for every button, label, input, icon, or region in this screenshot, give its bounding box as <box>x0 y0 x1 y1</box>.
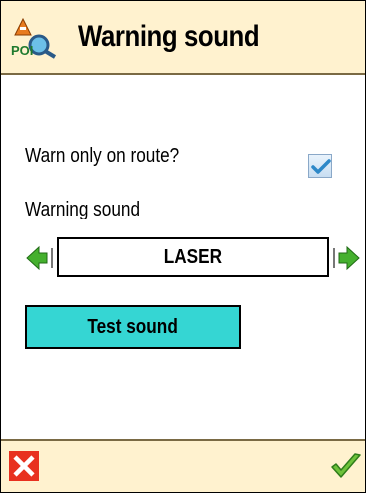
test-sound-label: Test sound <box>87 316 179 338</box>
checkmark-icon[interactable] <box>329 450 363 482</box>
checkmark-icon <box>311 159 331 174</box>
arrow-right-icon[interactable] <box>331 245 361 271</box>
test-sound-button[interactable]: Test sound <box>25 305 241 349</box>
arrow-left-icon[interactable] <box>25 245 55 271</box>
warning-sound-screen: POI Warning sound Warn only on route? Wa… <box>0 0 366 493</box>
cancel-icon[interactable] <box>9 451 39 481</box>
warning-sound-selector[interactable]: LASER <box>57 237 329 277</box>
warning-sound-label: Warning sound <box>25 199 141 219</box>
warn-only-on-route-label: Warn only on route? <box>25 145 180 167</box>
poi-icon: POI <box>9 17 65 59</box>
warning-sound-value: LASER <box>163 246 223 268</box>
svg-text:POI: POI <box>11 43 33 58</box>
title-bar: POI Warning sound <box>1 1 365 75</box>
warn-only-on-route-checkbox[interactable] <box>308 154 332 178</box>
footer-bar <box>1 439 365 492</box>
page-title: Warning sound <box>78 20 260 53</box>
